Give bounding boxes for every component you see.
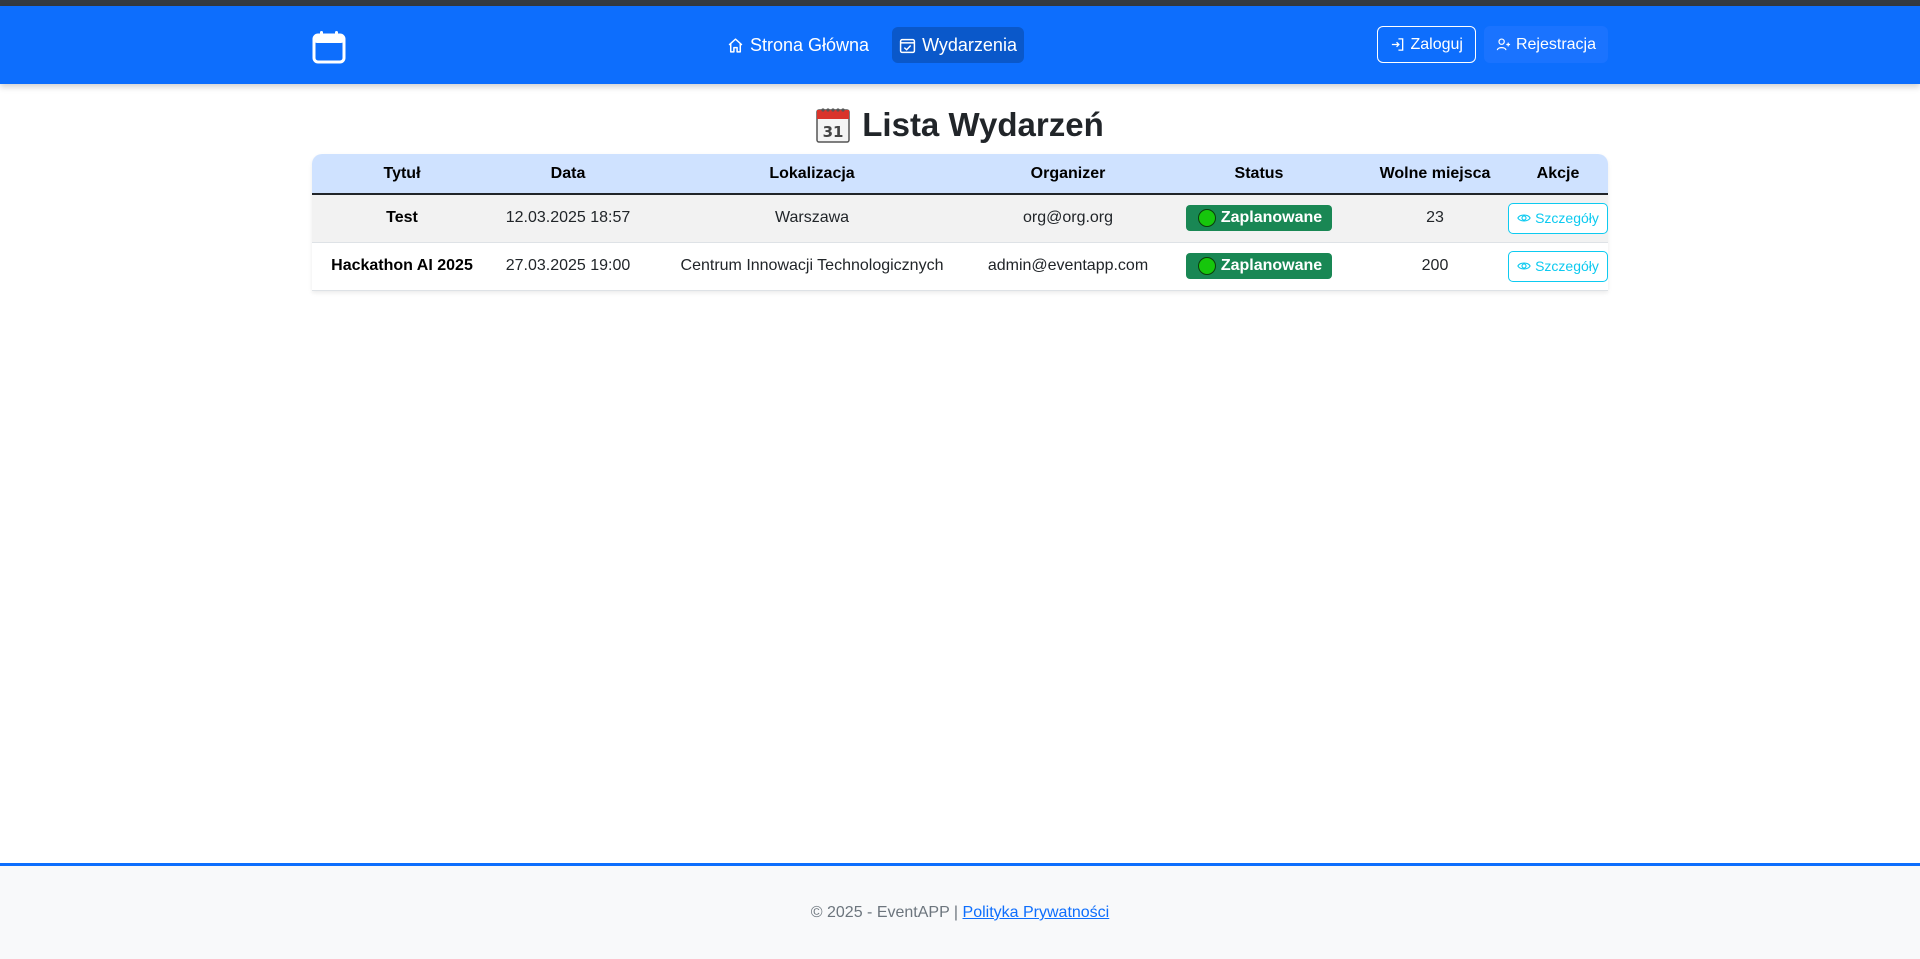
eye-icon [1517,214,1531,222]
register-button[interactable]: Rejestracja [1483,26,1608,63]
event-location: Warszawa [774,209,850,227]
login-button[interactable]: Zaloguj [1377,26,1476,63]
column-header-organizer: Organizer [1030,164,1106,182]
status-badge: Zaplanowane [1185,252,1333,279]
person-plus-icon [1496,38,1511,51]
event-actions-cell: Szczegóły [1508,242,1608,290]
nav-link-events-label: Wydarzenia [922,34,1017,55]
nav-link-home[interactable]: Strona Główna [720,27,876,63]
event-date: 12.03.2025 18:57 [505,209,631,227]
event-status-cell: Zaplanowane [1156,242,1362,290]
column-header-seats: Wolne miejsca [1379,164,1491,182]
login-icon [1392,38,1404,51]
event-location: Centrum Innowacji Technologicznych [680,257,944,274]
details-button[interactable]: Szczegóły [1508,250,1608,282]
event-title: Hackathon AI 2025 [331,257,473,274]
event-organizer: org@org.org [1022,209,1114,227]
event-date: 27.03.2025 19:00 [505,257,631,274]
status-badge-label: Zaplanowane [1220,256,1323,274]
privacy-policy-link[interactable]: Polityka Prywatności [963,904,1110,921]
auth-nav: Zaloguj Rejestracja [1377,26,1608,63]
event-status-cell: Zaplanowane [1156,194,1362,242]
calendar-check-icon [899,38,916,53]
brand-calendar-icon[interactable] [312,30,346,64]
green-circle-icon [1197,256,1216,275]
footer: © 2025 - EventAPP | Polityka Prywatności [0,863,1920,959]
main-nav: Strona Główna Wydarzenia [720,27,1024,63]
house-icon [728,37,743,53]
table-row: Test 12.03.2025 18:57 Warszawa org@org.o… [312,194,1608,242]
footer-copyright: © 2025 - EventAPP | [810,904,959,921]
column-header-date: Data [550,164,586,182]
nav-link-events[interactable]: Wydarzenia [892,27,1024,63]
page-title: 31 Lista Wydarzeń [0,106,1920,144]
details-button-label: Szczegóły [1535,210,1599,227]
eye-icon [1517,262,1531,270]
footer-text: © 2025 - EventAPP | Polityka Prywatności [0,904,1920,922]
event-organizer: admin@eventapp.com [987,257,1149,274]
page-title-text: Lista Wydarzeń [862,106,1104,143]
column-header-status: Status [1234,164,1284,182]
status-badge: Zaplanowane [1185,204,1333,231]
details-button[interactable]: Szczegóły [1508,202,1608,234]
table-header-row: Tytuł Data Lokalizacja Organizer Status … [312,154,1608,194]
column-header-location: Lokalizacja [769,164,855,182]
column-header-actions: Akcje [1536,164,1580,182]
table-row: Hackathon AI 2025 27.03.2025 19:00 Centr… [312,242,1608,290]
event-actions-cell: Szczegóły [1508,194,1608,242]
status-badge-label: Zaplanowane [1220,208,1323,226]
register-button-label: Rejestracja [1515,35,1596,53]
login-button-label: Zaloguj [1410,35,1463,53]
svg-text:31: 31 [823,123,844,141]
column-header-title: Tytuł [383,164,421,182]
event-seats: 23 [1426,209,1444,227]
calendar-emoji-icon: 31 [816,107,851,143]
details-button-label: Szczegóły [1535,258,1599,274]
navbar: Strona Główna Wydarzenia Zaloguj Rejestr… [0,6,1920,84]
event-title: Test [386,209,418,227]
events-table: Tytuł Data Lokalizacja Organizer Status … [312,154,1608,291]
event-seats: 200 [1421,257,1449,274]
calendar-icon [312,31,346,64]
green-circle-icon [1197,208,1216,227]
nav-link-home-label: Strona Główna [750,34,870,55]
